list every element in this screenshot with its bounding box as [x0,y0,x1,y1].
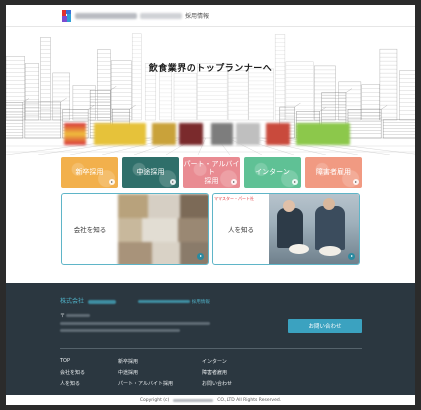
header-title: 採用情報 [185,13,210,20]
company-name-redacted [87,299,116,304]
category-card-disability[interactable]: 障害者雇用 [305,157,362,188]
category-label: インターン [255,168,290,177]
brand-subtitle-redacted [140,13,182,19]
copyright-bar: Copyright (c) CO.,LTD All Rights Reserve… [6,395,415,405]
brand-logo-tile[interactable] [64,123,86,145]
arrow-icon [109,179,115,185]
site-header: 採用情報 [6,5,415,27]
category-card-mid-career[interactable]: 中途採用 [122,157,179,188]
footer-link-intern[interactable]: インターン [202,358,227,365]
arrow-icon [231,179,237,185]
category-label: 新卒採用 [75,168,104,177]
footer-link-people[interactable]: 人を知る [60,380,80,387]
category-card-intern[interactable]: インターン [244,157,301,188]
browser-page: 採用情報 飲食業界のトップランナーへ 新卒採用 中途採用 パート・アルバイト 採… [6,5,415,405]
brand-logo-tile[interactable] [94,123,146,145]
address-redacted [66,314,90,317]
brand-logo-tile[interactable] [152,123,176,145]
arrow-icon [170,179,176,185]
company-subtitle-redacted [137,300,190,303]
staff-photo [269,194,359,264]
feature-card-people[interactable]: 人を知る ママスター・パート社 [212,193,360,265]
company-suffix: 採用情報 [191,300,210,305]
footer-link-new-graduate[interactable]: 新卒採用 [118,358,138,365]
footer-link-mid-career[interactable]: 中途採用 [118,369,138,376]
arrow-icon [197,253,204,260]
footer-divider [60,348,362,349]
footer-link-disability[interactable]: 障害者雇用 [202,369,227,376]
arrow-icon [348,253,355,260]
brand-logo-icon[interactable] [62,10,71,22]
feature-card-label: 会社を知る [73,226,107,234]
category-card-part-time[interactable]: パート・アルバイト 採用 [183,157,240,188]
brand-logo-tile[interactable] [211,123,233,145]
company-photo-collage [118,194,208,264]
brand-logo-tile[interactable] [296,123,350,145]
brand-name-redacted [75,13,137,19]
site-footer: 株式会社 採用情報 〒 お問い合わせ TOP 会社を知る 人を知る 新卒採用 中… [6,283,415,405]
copyright-company-redacted [173,398,214,402]
copyright-prefix: Copyright (c) [139,397,170,403]
feature-card-label: 人を知る [228,226,254,234]
hero-section: 飲食業界のトップランナーへ [6,28,415,155]
brand-logo-tile[interactable] [236,123,260,145]
footer-link-company[interactable]: 会社を知る [60,369,85,376]
hero-title: 飲食業界のトップランナーへ [148,64,273,74]
arrow-icon [292,179,298,185]
footer-company-name: 株式会社 採用情報 [60,296,210,305]
brand-logo-tile[interactable] [266,123,290,145]
brand-logo-tile[interactable] [179,123,203,145]
copyright-suffix: CO.,LTD All Rights Reserved. [217,397,282,403]
category-label: 中途採用 [136,168,165,177]
postal-mark: 〒 [60,313,66,319]
feature-card-company[interactable]: 会社を知る [61,193,209,265]
footer-link-contact[interactable]: お問い合わせ [202,380,232,387]
phone-redacted [60,329,180,332]
footer-link-part-time[interactable]: パート・アルバイト採用 [118,380,173,387]
category-label: 障害者雇用 [316,168,351,177]
category-card-new-graduate[interactable]: 新卒採用 [61,157,118,188]
address-redacted [60,322,210,325]
footer-link-top[interactable]: TOP [60,358,70,364]
contact-button[interactable]: お問い合わせ [288,319,362,333]
arrow-icon [353,179,359,185]
feature-card-tag: ママスター・パート社 [214,196,254,201]
company-prefix: 株式会社 [60,298,85,305]
